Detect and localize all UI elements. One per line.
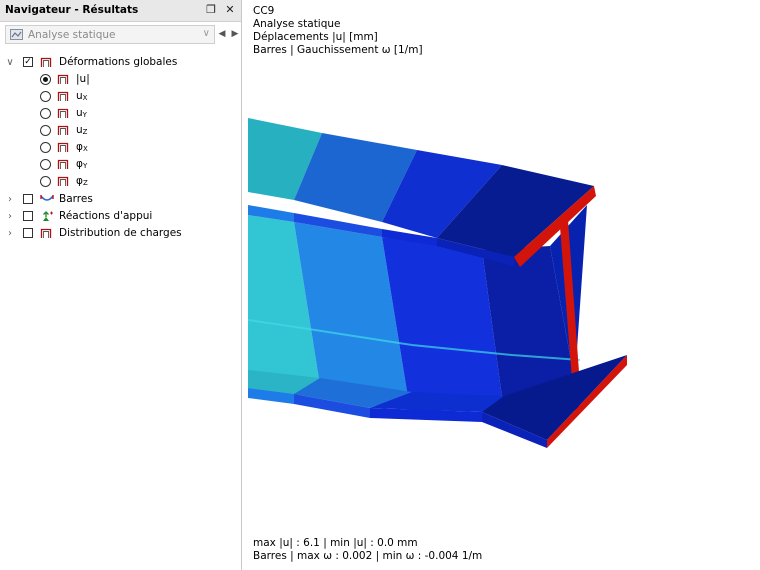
navigator-panel: Navigateur - Résultats ❐ ✕ Analyse stati… <box>0 0 242 570</box>
chevron-down-icon: ∨ <box>202 28 210 39</box>
chevron-right-icon[interactable]: › <box>5 208 15 225</box>
tree-label: Réactions d'appui <box>59 210 153 222</box>
float-panel-icon[interactable]: ❐ <box>203 2 219 18</box>
deformation-icon <box>57 108 69 118</box>
member-icon <box>40 195 54 201</box>
tree-item-global-deformations[interactable]: ∨ ✓ Déformations globales <box>0 54 240 71</box>
warping-extremes: Barres | max ω : 0.002 | min ω : -0.004 … <box>253 550 483 562</box>
radio-label: uZ <box>76 124 88 136</box>
radio-label: uX <box>76 90 88 102</box>
support-reaction-icon <box>43 211 53 221</box>
tree-label: Déformations globales <box>59 56 178 68</box>
navigator-title: Navigateur - Résultats <box>5 4 139 16</box>
next-arrow-icon[interactable]: ▶ <box>229 25 241 44</box>
radio-item-phix[interactable]: φX <box>0 139 240 156</box>
deformation-icon <box>57 142 69 152</box>
radio-item-uz[interactable]: uZ <box>0 122 240 139</box>
static-analysis-icon <box>10 29 23 40</box>
i-beam-3d-model[interactable] <box>242 0 760 570</box>
tree-label: Distribution de charges <box>59 227 182 239</box>
radio-item-uy[interactable]: uY <box>0 105 240 122</box>
radio-label: |u| <box>76 73 90 85</box>
radio-label: uY <box>76 107 87 119</box>
close-panel-icon[interactable]: ✕ <box>222 2 238 18</box>
tree-item-support-reactions[interactable]: › Réactions d'appui <box>0 208 240 225</box>
radio-item-phiz[interactable]: φZ <box>0 173 240 190</box>
radio-button[interactable] <box>40 74 51 85</box>
chevron-right-icon[interactable]: › <box>5 191 15 208</box>
radio-button[interactable] <box>40 176 51 187</box>
radio-button[interactable] <box>40 159 51 170</box>
radio-item-u-abs[interactable]: |u| <box>0 71 240 88</box>
load-distribution-icon <box>40 228 52 238</box>
radio-item-ux[interactable]: uX <box>0 88 240 105</box>
deformation-icon <box>57 125 69 135</box>
chevron-expanded-icon[interactable]: ∨ <box>5 54 15 71</box>
tree-item-load-distribution[interactable]: › Distribution de charges <box>0 225 240 242</box>
deformation-icon <box>40 57 52 67</box>
model-viewport[interactable]: CC9 Analyse statique Déplacements |u| [m… <box>242 0 760 570</box>
tree-label: Barres <box>59 193 93 205</box>
previous-arrow-icon[interactable]: ◀ <box>216 25 228 44</box>
tree-item-members[interactable]: › Barres <box>0 191 240 208</box>
navigator-header: Navigateur - Résultats ❐ ✕ <box>0 0 241 22</box>
displacement-extremes: max |u| : 6.1 | min |u| : 0.0 mm <box>253 537 418 549</box>
load-case-value: Analyse statique <box>28 29 116 41</box>
checkbox-load-distribution[interactable] <box>23 228 33 238</box>
radio-button[interactable] <box>40 91 51 102</box>
load-case-dropdown[interactable]: Analyse statique ∨ <box>5 25 215 44</box>
radio-label: φY <box>76 158 88 170</box>
radio-button[interactable] <box>40 142 51 153</box>
checkbox-global-deformations[interactable]: ✓ <box>23 57 33 67</box>
deformation-icon <box>57 159 69 169</box>
deformation-icon <box>57 176 69 186</box>
deformation-icon <box>57 91 69 101</box>
radio-button[interactable] <box>40 125 51 136</box>
viewport-footer-info: max |u| : 6.1 | min |u| : 0.0 mm Barres … <box>253 537 482 563</box>
radio-label: φX <box>76 141 88 153</box>
radio-button[interactable] <box>40 108 51 119</box>
radio-item-phiy[interactable]: φY <box>0 156 240 173</box>
checkbox-support-reactions[interactable] <box>23 211 33 221</box>
deformation-icon <box>57 74 69 84</box>
chevron-right-icon[interactable]: › <box>5 225 15 242</box>
radio-label: φZ <box>76 175 88 187</box>
checkbox-members[interactable] <box>23 194 33 204</box>
